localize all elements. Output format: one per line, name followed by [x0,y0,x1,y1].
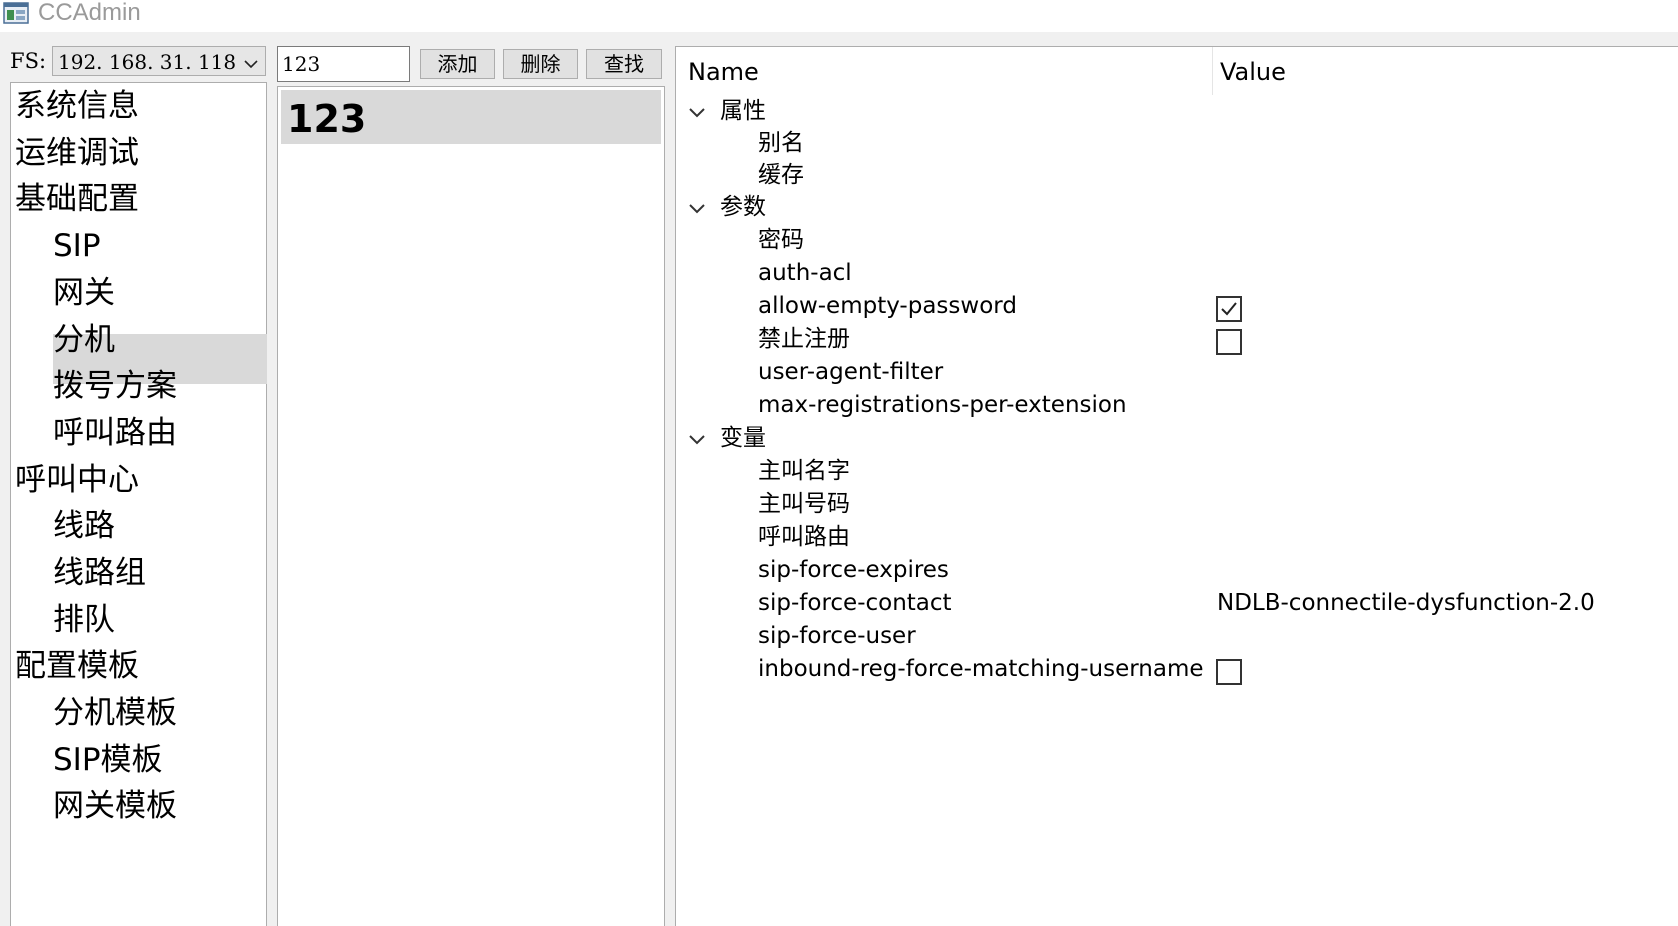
allow-empty-password-checkbox[interactable] [1216,296,1242,322]
property-name[interactable]: sip-force-user [758,620,916,653]
delete-button[interactable]: 删除 [503,49,578,79]
nav-item-basic-config[interactable]: 基础配置 [15,176,139,222]
nav-item-call-route[interactable]: 呼叫路由 [53,410,177,456]
nav-item-ops-debug[interactable]: 运维调试 [15,130,139,176]
app-icon [3,2,29,24]
nav-item-call-center[interactable]: 呼叫中心 [15,457,139,503]
nav-item-queue[interactable]: 排队 [53,597,115,643]
fs-server-select-value: 192. 168. 31. 118: [58,50,238,74]
nav-item-system-info[interactable]: 系统信息 [15,83,139,129]
property-name[interactable]: 呼叫路由 [758,521,850,554]
property-name[interactable]: auth-acl [758,257,852,290]
chevron-down-icon[interactable] [688,105,706,119]
find-button[interactable]: 查找 [586,49,662,79]
add-button[interactable]: 添加 [420,49,495,79]
nav-item-config-template[interactable]: 配置模板 [15,643,139,689]
property-name[interactable]: 主叫名字 [758,455,850,488]
nav-item-line[interactable]: 线路 [53,503,115,549]
property-name[interactable]: allow-empty-password [758,290,1017,323]
fs-label: FS: [10,49,47,73]
nav-item-sip[interactable]: SIP [53,223,101,269]
extension-list[interactable]: 123 [277,86,665,926]
nav-item-sip-template[interactable]: SIP模板 [53,737,163,783]
list-item[interactable]: 123 [281,90,661,144]
property-name[interactable]: 主叫号码 [758,488,850,521]
group-parameters[interactable]: 参数 [720,191,766,224]
group-variables[interactable]: 变量 [720,422,766,455]
property-name[interactable]: 别名 [758,127,804,160]
search-input[interactable] [277,46,410,82]
chevron-down-icon[interactable] [688,201,706,215]
property-tree[interactable]: Name Value 属性 别名 缓存 参数 密码 auth-acl allow… [675,46,1678,926]
title-bar: CCAdmin [0,0,1678,32]
chevron-down-icon[interactable] [688,432,706,446]
property-name[interactable]: max-registrations-per-extension [758,389,1127,422]
property-name[interactable]: sip-force-contact [758,587,952,620]
property-name[interactable]: 缓存 [758,159,804,192]
property-name[interactable]: inbound-reg-force-matching-username [758,653,1204,686]
property-name[interactable]: sip-force-expires [758,554,949,587]
disable-registration-checkbox[interactable] [1216,329,1242,355]
list-item-label: 123 [287,97,367,141]
sip-force-contact-value[interactable]: NDLB-connectile-dysfunction-2.0 [1217,587,1595,620]
nav-item-line-group[interactable]: 线路组 [53,550,146,596]
property-name[interactable]: user-agent-filter [758,356,943,389]
window-title: CCAdmin [38,0,141,26]
fs-server-select[interactable]: 192. 168. 31. 118: [52,46,266,76]
property-name[interactable]: 禁止注册 [758,323,850,356]
nav-item-dialplan[interactable]: 拨号方案 [53,363,177,409]
column-header-name[interactable]: Name [688,53,759,91]
nav-tree[interactable]: 系统信息 运维调试 基础配置 SIP 网关 分机 拨号方案 呼叫路由 呼叫中心 … [10,82,267,926]
nav-item-gateway-template[interactable]: 网关模板 [53,783,177,829]
chevron-down-icon[interactable] [243,55,259,69]
nav-item-extension[interactable]: 分机 [53,317,115,363]
column-header-value[interactable]: Value [1220,53,1286,91]
property-name[interactable]: 密码 [758,224,804,257]
column-divider[interactable] [1212,47,1213,95]
nav-item-gateway[interactable]: 网关 [53,270,115,316]
group-attributes[interactable]: 属性 [720,95,766,128]
inbound-reg-force-matching-username-checkbox[interactable] [1216,659,1242,685]
nav-item-extension-template[interactable]: 分机模板 [53,690,177,736]
